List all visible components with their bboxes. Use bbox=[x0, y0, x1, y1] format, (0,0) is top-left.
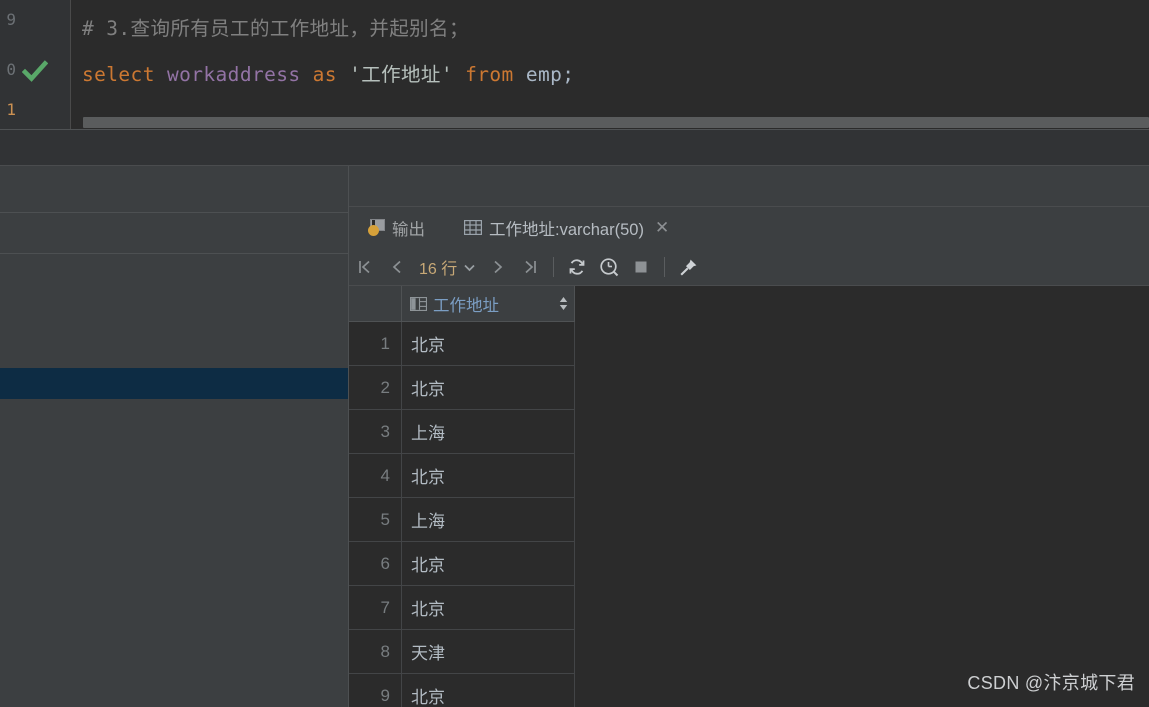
sql-editor: 9 0 1 # 3.查询所有员工的工作地址，并起别名； select worka… bbox=[0, 0, 1149, 130]
previous-page-icon bbox=[392, 260, 401, 274]
tab-output-label: 输出 bbox=[392, 220, 425, 239]
table-cell-workaddress[interactable]: 天津 bbox=[402, 630, 575, 673]
row-number: 7 bbox=[349, 586, 402, 629]
table-row[interactable]: 3 上海 bbox=[349, 410, 575, 454]
first-page-icon bbox=[359, 260, 370, 274]
first-page-button[interactable] bbox=[349, 252, 381, 282]
table-cell-workaddress[interactable]: 北京 bbox=[402, 366, 575, 409]
column-header-workaddress[interactable]: 工作地址 bbox=[402, 286, 575, 321]
row-number: 8 bbox=[349, 630, 402, 673]
sql-keyword-as: as bbox=[312, 63, 337, 86]
result-grid-body: 1 北京 2 北京 3 上海 4 北京 5 上海 6 北京 7 北京 8 天津 9 北京 bbox=[349, 322, 575, 707]
last-page-button[interactable] bbox=[514, 252, 546, 282]
result-grid-header: 工作地址 bbox=[349, 286, 575, 322]
selected-row[interactable] bbox=[0, 368, 349, 399]
left-side-panel bbox=[0, 166, 349, 707]
previous-page-button[interactable] bbox=[381, 252, 413, 282]
tab-result-set[interactable]: 工作地址:varchar(50) ✕ bbox=[453, 207, 680, 248]
results-panel: 输出 工作地址:varchar(50) ✕ 16 行 工作地址 1 北京 2 北… bbox=[349, 166, 1149, 707]
row-number: 6 bbox=[349, 542, 402, 585]
tab-output[interactable]: 输出 bbox=[357, 207, 436, 248]
editor-code-area[interactable]: # 3.查询所有员工的工作地址，并起别名； select workaddress… bbox=[71, 0, 1149, 130]
editor-gutter[interactable]: 9 0 1 bbox=[0, 0, 71, 130]
output-download-icon bbox=[368, 219, 385, 236]
sql-table-name: emp; bbox=[525, 63, 575, 86]
sql-keyword-from: from bbox=[465, 63, 514, 86]
code-line-statement: select workaddress as '工作地址' from emp; bbox=[82, 58, 574, 87]
row-number: 4 bbox=[349, 454, 402, 497]
line-number: 1 bbox=[6, 100, 16, 119]
column-header-label: 工作地址 bbox=[433, 296, 499, 315]
pin-tab-icon bbox=[680, 259, 697, 276]
row-count-selector[interactable]: 16 行 bbox=[413, 255, 482, 279]
sql-comment: # 3.查询所有员工的工作地址，并起别名； bbox=[82, 17, 469, 40]
stop-button[interactable] bbox=[625, 252, 657, 282]
row-number: 9 bbox=[349, 674, 402, 707]
table-row[interactable]: 9 北京 bbox=[349, 674, 575, 707]
table-row[interactable]: 2 北京 bbox=[349, 366, 575, 410]
table-row[interactable]: 4 北京 bbox=[349, 454, 575, 498]
line-number: 9 bbox=[6, 10, 16, 29]
query-history-icon bbox=[600, 257, 618, 276]
sort-arrows-icon[interactable] bbox=[559, 296, 568, 311]
horizontal-scrollbar[interactable] bbox=[83, 117, 1149, 128]
toolbar-divider bbox=[553, 257, 555, 277]
reload-icon bbox=[569, 259, 585, 275]
sql-string-alias: '工作地址' bbox=[349, 63, 453, 86]
result-toolbar: 16 行 bbox=[349, 248, 1149, 286]
row-count-label: 16 行 bbox=[419, 261, 458, 278]
row-number: 2 bbox=[349, 366, 402, 409]
table-row[interactable]: 7 北京 bbox=[349, 586, 575, 630]
stop-icon bbox=[635, 261, 647, 273]
results-panel-top-padding bbox=[349, 166, 1149, 207]
column-header-icon bbox=[410, 296, 427, 311]
close-icon[interactable]: ✕ bbox=[655, 219, 669, 236]
table-row[interactable]: 1 北京 bbox=[349, 322, 575, 366]
sql-keyword-select: select bbox=[82, 63, 155, 86]
table-cell-workaddress[interactable]: 北京 bbox=[402, 586, 575, 629]
row-number: 3 bbox=[349, 410, 402, 453]
next-page-button[interactable] bbox=[482, 252, 514, 282]
row-number-header bbox=[349, 286, 402, 321]
table-row[interactable]: 5 上海 bbox=[349, 498, 575, 542]
chevron-down-icon bbox=[464, 264, 475, 271]
table-row[interactable]: 6 北京 bbox=[349, 542, 575, 586]
row-number: 1 bbox=[349, 322, 402, 365]
table-row[interactable]: 8 天津 bbox=[349, 630, 575, 674]
row-number: 5 bbox=[349, 498, 402, 541]
table-cell-workaddress[interactable]: 北京 bbox=[402, 322, 575, 365]
next-page-icon bbox=[494, 260, 503, 274]
code-line-comment: # 3.查询所有员工的工作地址，并起别名； bbox=[82, 12, 469, 41]
results-tab-bar: 输出 工作地址:varchar(50) ✕ bbox=[349, 207, 1149, 288]
line-number: 0 bbox=[6, 60, 16, 79]
last-page-icon bbox=[525, 260, 537, 274]
reload-button[interactable] bbox=[561, 252, 593, 282]
toolbar-gap-divider bbox=[0, 165, 1149, 166]
toolbar-divider bbox=[664, 257, 666, 277]
tab-result-set-label: 工作地址:varchar(50) bbox=[489, 220, 644, 239]
result-grid: 工作地址 1 北京 2 北京 3 上海 4 北京 5 上海 6 北京 7 北京 8 天津 9 北京 bbox=[349, 286, 575, 707]
sql-column-name: workaddress bbox=[166, 63, 301, 86]
grid-table-icon bbox=[464, 220, 482, 235]
table-cell-workaddress[interactable]: 北京 bbox=[402, 674, 575, 707]
table-cell-workaddress[interactable]: 上海 bbox=[402, 410, 575, 453]
result-grid-area: 工作地址 1 北京 2 北京 3 上海 4 北京 5 上海 6 北京 7 北京 8 天津 9 北京 bbox=[349, 286, 1149, 707]
toolbar-gap-band bbox=[0, 130, 1149, 166]
table-cell-workaddress[interactable]: 北京 bbox=[402, 542, 575, 585]
ide-screenshot-root: 输出 工作地址:varchar(50) ✕ 16 行 工作地址 1 北京 2 北… bbox=[0, 0, 1149, 707]
green-check-icon[interactable] bbox=[22, 58, 48, 84]
table-cell-workaddress[interactable]: 北京 bbox=[402, 454, 575, 497]
pin-tab-button[interactable] bbox=[672, 252, 704, 282]
panel-divider bbox=[0, 253, 349, 254]
watermark: CSDN @汴京城下君 bbox=[967, 673, 1135, 693]
table-cell-workaddress[interactable]: 上海 bbox=[402, 498, 575, 541]
query-history-button[interactable] bbox=[593, 252, 625, 282]
panel-divider bbox=[0, 212, 349, 213]
